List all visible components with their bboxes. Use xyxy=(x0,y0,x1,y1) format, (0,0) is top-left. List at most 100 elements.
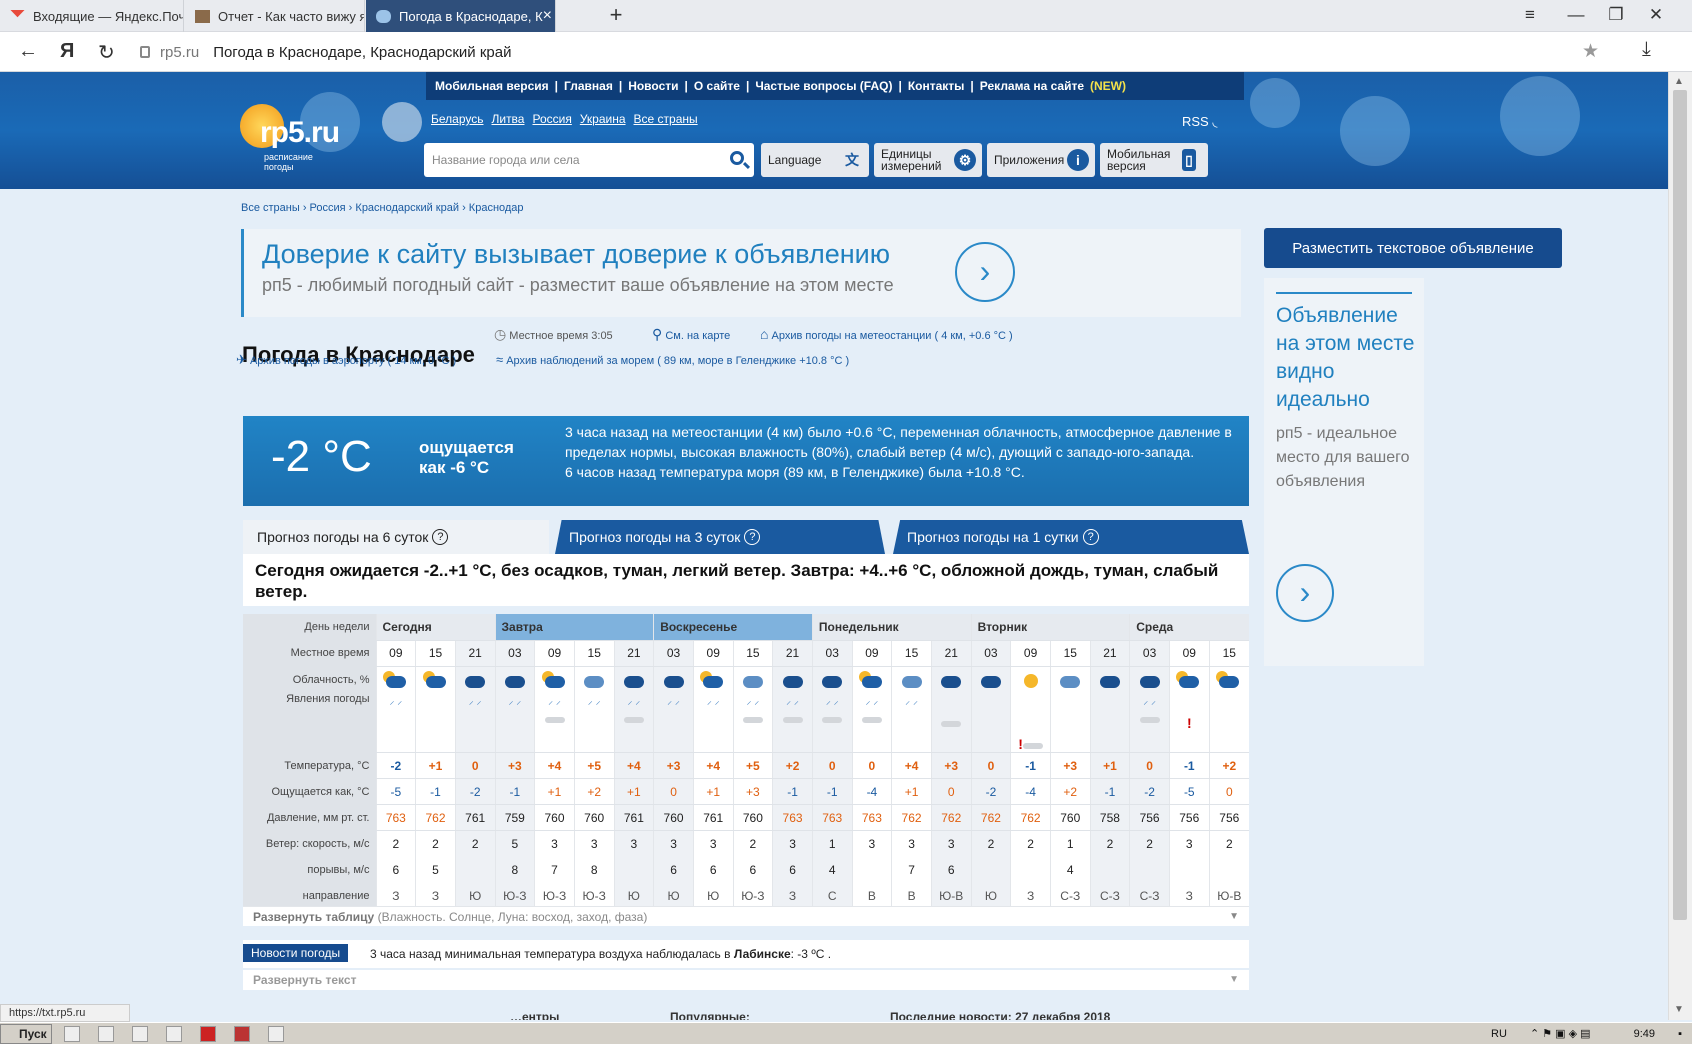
vertical-scrollbar[interactable]: ▲ ▼ xyxy=(1668,72,1692,1020)
map-link[interactable]: ⚲ См. на карте xyxy=(652,326,730,343)
cloud-night-icon[interactable] xyxy=(1097,670,1123,690)
expand-news-button[interactable]: Развернуть текст ▼ xyxy=(243,970,1249,990)
menu-ads[interactable]: Реклама на сайте xyxy=(980,79,1084,93)
help-icon[interactable]: ? xyxy=(432,529,449,545)
cloud-sun-icon[interactable] xyxy=(1176,670,1202,690)
cloud-sun-icon[interactable] xyxy=(700,670,726,690)
new-tab-button[interactable]: + xyxy=(606,2,626,28)
cloud-night-icon[interactable] xyxy=(621,670,647,690)
chevron-right-icon[interactable]: › xyxy=(1276,564,1334,622)
cloud-night-icon[interactable] xyxy=(938,670,964,690)
browser-icon[interactable] xyxy=(132,1026,148,1042)
ad-banner[interactable]: Доверие к сайту вызывает доверие к объяв… xyxy=(241,229,1241,317)
cloud-fog-icon[interactable] xyxy=(899,670,925,690)
tabs-menu-icon[interactable]: ≡ xyxy=(1520,5,1540,25)
news-text: 3 часа назад минимальная температура воз… xyxy=(370,947,832,961)
help-icon[interactable]: ? xyxy=(1082,529,1099,545)
day-header[interactable]: Среда xyxy=(1129,614,1249,641)
cloud-fog-icon[interactable] xyxy=(581,670,607,690)
start-button[interactable]: Пуск xyxy=(0,1024,52,1044)
breadcrumb-item[interactable]: Россия xyxy=(310,202,346,214)
url-field[interactable]: rp5.ru Погода в Краснодаре, Краснодарски… xyxy=(136,38,1612,66)
city-search-input[interactable]: Название города или села xyxy=(424,143,754,177)
close-window-icon[interactable]: ✕ xyxy=(1646,5,1666,25)
scroll-up-icon[interactable]: ▲ xyxy=(1674,76,1684,87)
chevron-right-icon[interactable]: › xyxy=(955,242,1015,302)
cloud-night-icon[interactable] xyxy=(978,670,1004,690)
expand-table-button[interactable]: Развернуть таблицу (Влажность. Солнце, Л… xyxy=(243,906,1249,926)
language-indicator[interactable]: RU xyxy=(1491,1028,1507,1040)
country-all[interactable]: Все страны xyxy=(634,112,698,126)
menu-contacts[interactable]: Контакты xyxy=(908,79,965,93)
tab-6-days[interactable]: Прогноз погоды на 6 суток? xyxy=(243,520,549,554)
sidebar-ad[interactable]: Объявление на этом месте видно идеально … xyxy=(1264,278,1424,666)
menu-mobile[interactable]: Мобильная версия xyxy=(435,79,549,93)
sun-icon[interactable] xyxy=(1018,670,1044,690)
news-tag[interactable]: Новости погоды xyxy=(243,944,349,962)
day-header[interactable]: Сегодня xyxy=(375,614,496,641)
day-header[interactable]: Завтра xyxy=(494,614,654,641)
place-ad-button[interactable]: Разместить текстовое объявление xyxy=(1264,228,1562,268)
breadcrumb-item[interactable]: Краснодарский край xyxy=(355,202,459,214)
site-logo[interactable]: rp5.ru расписание погоды xyxy=(238,100,358,174)
units-button[interactable]: Единицы измерений ⚙ xyxy=(874,143,982,177)
day-header[interactable]: Воскресенье xyxy=(653,614,813,641)
cloud-fog-icon[interactable] xyxy=(740,670,766,690)
cloud-night-icon[interactable] xyxy=(1137,670,1163,690)
window-icon[interactable] xyxy=(268,1026,284,1042)
download-icon[interactable]: ⤓ xyxy=(1642,38,1651,61)
cloud-sun-icon[interactable] xyxy=(541,670,568,690)
yandex-browser-icon[interactable] xyxy=(166,1026,182,1042)
cloud-fog-icon[interactable] xyxy=(1057,670,1083,690)
restore-icon[interactable]: ❐ xyxy=(1606,5,1626,25)
cloud-sun-icon[interactable] xyxy=(382,670,409,690)
apps-button[interactable]: Приложения i xyxy=(987,143,1095,177)
archive-airport-link[interactable]: ✈ Архив погоды в аэропорту ( 14 км, 0 °C… xyxy=(236,352,456,368)
cloud-night-icon[interactable] xyxy=(661,670,687,690)
breadcrumb-item[interactable]: Краснодар xyxy=(469,202,524,214)
day-header[interactable]: Понедельник xyxy=(811,614,972,641)
back-icon[interactable]: ← xyxy=(18,40,38,63)
cloud-night-icon[interactable] xyxy=(780,670,806,690)
country-russia[interactable]: Россия xyxy=(532,112,571,126)
country-lithuania[interactable]: Литва xyxy=(491,112,524,126)
archive-sea-link[interactable]: ≈ Архив наблюдений за морем ( 89 км, мор… xyxy=(496,352,849,367)
cloud-sun-icon[interactable] xyxy=(422,670,449,690)
archive-station-link[interactable]: ⌂ Архив погоды на метеостанции ( 4 км, +… xyxy=(760,326,1013,342)
cloud-sun-icon[interactable] xyxy=(1216,670,1242,690)
pdf-icon[interactable] xyxy=(234,1026,250,1042)
direction-cell: Ю xyxy=(454,882,496,909)
browser-tab-report[interactable]: Отчет - Как часто вижу я с xyxy=(185,0,365,32)
search-icon[interactable] xyxy=(730,151,744,165)
country-belarus[interactable]: Беларусь xyxy=(431,112,483,126)
breadcrumb-item[interactable]: Все страны xyxy=(241,202,300,214)
browser-tab-weather[interactable]: Погода в Краснодаре, К × xyxy=(366,0,556,32)
tab-3-days[interactable]: Прогноз погоды на 3 суток? xyxy=(555,520,885,554)
cloud-night-icon[interactable] xyxy=(819,670,845,690)
cloud-night-icon[interactable] xyxy=(462,670,488,690)
menu-faq[interactable]: Частые вопросы (FAQ) xyxy=(755,79,892,93)
language-button[interactable]: Language 文 xyxy=(761,143,869,177)
browser-tab-mail[interactable]: Входящие — Яндекс.Почта xyxy=(0,0,184,32)
close-tab-icon[interactable]: × xyxy=(543,7,552,25)
scroll-down-icon[interactable]: ▼ xyxy=(1674,1004,1684,1015)
yandex-icon[interactable]: Я xyxy=(60,40,74,63)
country-ukraine[interactable]: Украина xyxy=(580,112,626,126)
mobile-version-button[interactable]: Мобильная версия ▯ xyxy=(1100,143,1208,177)
minimize-icon[interactable]: — xyxy=(1566,5,1586,25)
cloud-sun-icon[interactable] xyxy=(858,670,885,690)
word-icon[interactable] xyxy=(98,1026,114,1042)
tab-1-day[interactable]: Прогноз погоды на 1 сутки? xyxy=(893,520,1249,554)
menu-about[interactable]: О сайте xyxy=(694,79,740,93)
opera-icon[interactable] xyxy=(200,1026,216,1042)
day-header[interactable]: Вторник xyxy=(970,614,1130,641)
menu-news[interactable]: Новости xyxy=(628,79,678,93)
rss-link[interactable]: RSS ◟ xyxy=(1182,114,1217,130)
scrollbar-thumb[interactable] xyxy=(1673,90,1687,920)
menu-home[interactable]: Главная xyxy=(564,79,613,93)
folder-icon[interactable] xyxy=(64,1026,80,1042)
cloud-night-icon[interactable] xyxy=(502,670,528,690)
help-icon[interactable]: ? xyxy=(744,529,761,545)
reload-icon[interactable]: ↻ xyxy=(98,40,115,65)
bookmark-star-icon[interactable]: ★ xyxy=(1582,40,1599,63)
